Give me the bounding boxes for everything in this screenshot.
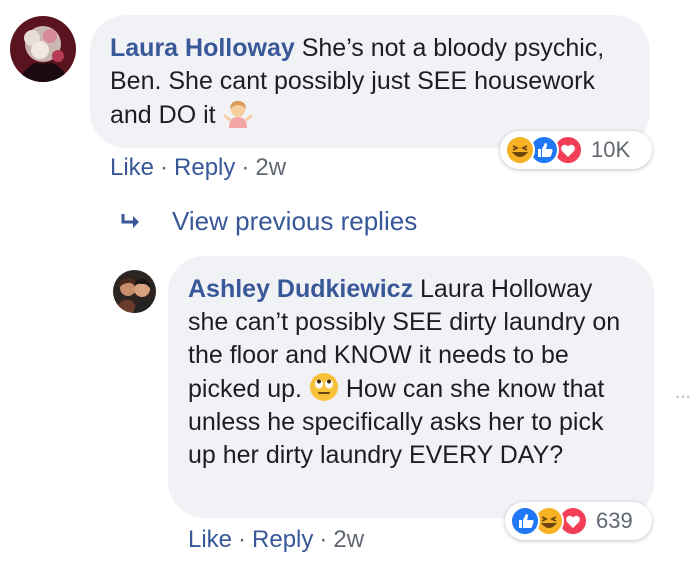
avatar-laura[interactable]	[10, 16, 76, 82]
view-previous-replies[interactable]: View previous replies	[118, 206, 417, 237]
comment-actions-laura: Like · Reply · 2w	[110, 154, 286, 182]
reactions-summary-laura[interactable]: 10K	[500, 131, 652, 169]
reply-link[interactable]: Reply	[252, 526, 313, 553]
reply-link[interactable]: Reply	[174, 154, 235, 181]
like-icon	[510, 506, 540, 536]
like-link[interactable]: Like	[188, 526, 232, 553]
comment-author-laura[interactable]: Laura Holloway	[110, 34, 295, 62]
comment-bubble-ashley: Ashley Dudkiewicz Laura Holloway she can…	[168, 256, 654, 518]
more-options-icon[interactable]: ···	[674, 383, 692, 409]
comment-bubble-laura: Laura Holloway She’s not a bloody psychi…	[90, 15, 650, 148]
comment-actions-ashley: Like · Reply · 2w	[188, 526, 364, 554]
separator-dot: ·	[319, 526, 328, 553]
reaction-count-ashley: 639	[596, 508, 633, 533]
reply-arrow-icon	[118, 211, 146, 233]
haha-icon	[505, 135, 535, 165]
reaction-count-laura: 10K	[591, 137, 631, 162]
woman-shrugging-emoji	[223, 98, 253, 128]
separator-dot: ·	[238, 526, 247, 553]
separator-dot: ·	[241, 154, 250, 181]
comment-timestamp[interactable]: 2w	[255, 154, 286, 181]
comment-author-ashley[interactable]: Ashley Dudkiewicz	[188, 275, 413, 303]
comment-timestamp[interactable]: 2w	[333, 526, 364, 553]
view-previous-replies-label[interactable]: View previous replies	[172, 206, 417, 237]
like-link[interactable]: Like	[110, 154, 154, 181]
separator-dot: ·	[160, 154, 169, 181]
reactions-summary-ashley[interactable]: 639	[505, 502, 652, 540]
avatar-ashley[interactable]	[113, 270, 156, 313]
face-with-rolling-eyes-emoji	[309, 372, 339, 402]
